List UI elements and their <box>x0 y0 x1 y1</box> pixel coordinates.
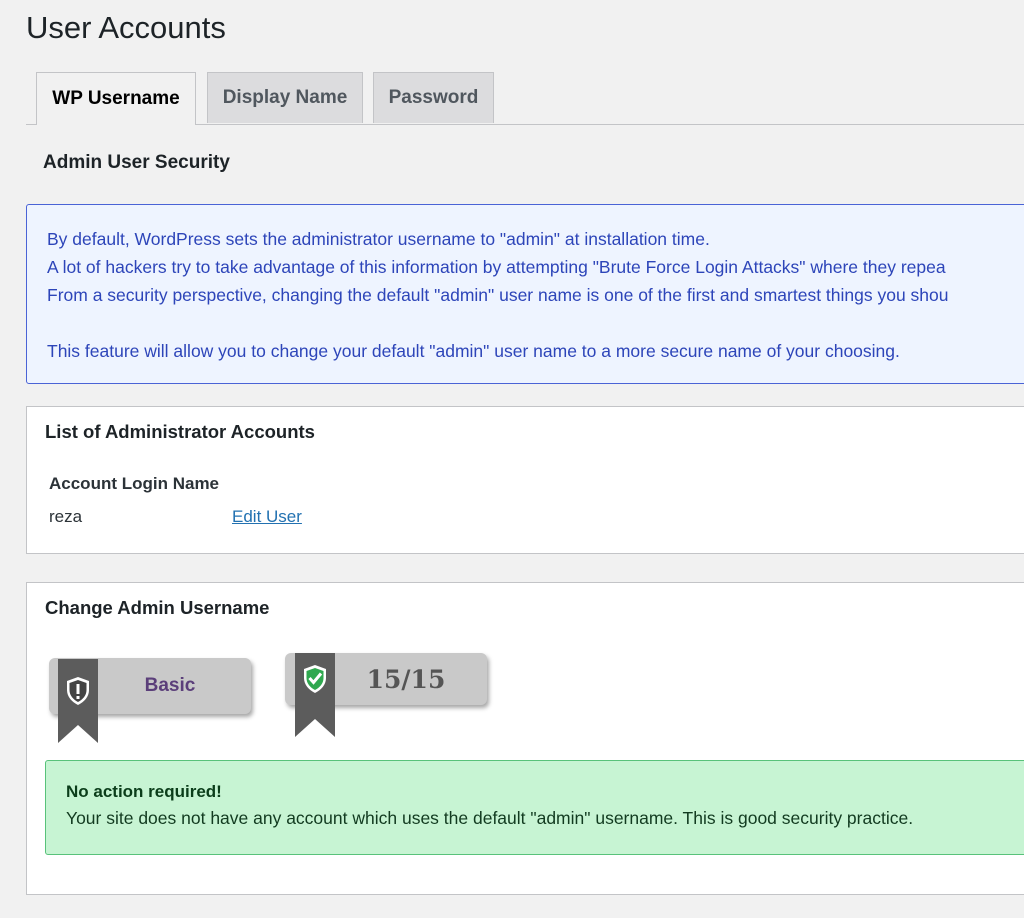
admin-accounts-title: List of Administrator Accounts <box>45 421 315 442</box>
admin-accounts-card: List of Administrator Accounts Account L… <box>26 406 1024 554</box>
section-title: Admin User Security <box>43 152 230 173</box>
success-title: No action required! <box>66 782 222 801</box>
tab-password[interactable]: Password <box>373 72 494 123</box>
change-username-title: Change Admin Username <box>45 597 270 618</box>
edit-user-link[interactable]: Edit User <box>232 507 302 527</box>
info-box: By default, WordPress sets the administr… <box>26 204 1024 384</box>
column-header-login: Account Login Name <box>49 474 220 493</box>
shield-check-icon <box>295 653 335 737</box>
info-line-3: From a security perspective, changing th… <box>47 285 949 305</box>
info-line-1: By default, WordPress sets the administr… <box>47 229 710 249</box>
success-message: Your site does not have any account whic… <box>66 808 914 828</box>
level-badge-label: Basic <box>144 675 196 696</box>
info-line-4: This feature will allow you to change yo… <box>47 341 900 361</box>
score-badge-label: 15/15 <box>366 664 446 694</box>
page-title: User Accounts <box>26 10 226 45</box>
info-line-2: A lot of hackers try to take advantage o… <box>47 257 946 277</box>
change-username-card: Change Admin Username Basic 15/15 No act… <box>26 582 1024 895</box>
table-row-login: reza <box>49 507 83 526</box>
success-notice: No action required! Your site does not h… <box>45 760 1024 855</box>
tab-wp-username[interactable]: WP Username <box>36 72 196 125</box>
tab-bar: WP Username Display Name Password <box>26 72 1024 125</box>
tab-display-name[interactable]: Display Name <box>207 72 363 123</box>
shield-exclamation-icon <box>58 659 98 743</box>
